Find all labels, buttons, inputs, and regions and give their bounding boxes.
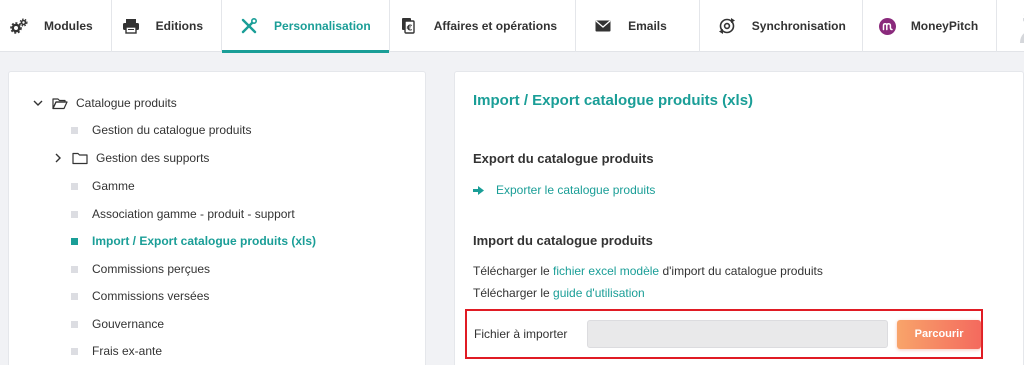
tree-item-commissions-percues[interactable]: Commissions perçues <box>71 262 210 276</box>
tree-item-label: Import / Export catalogue produits (xls) <box>92 234 317 248</box>
guide-prefix: Télécharger le <box>473 286 554 300</box>
tab-label: Personnalisation <box>274 19 371 33</box>
file-import-label: Fichier à importer <box>474 327 568 341</box>
user-menu[interactable] <box>997 0 1024 52</box>
tab-affaires-operations[interactable]: € Affaires et opérations <box>390 0 577 52</box>
top-navigation: Modules Editions Personnalisation € Affa… <box>0 0 1024 53</box>
export-heading: Export du catalogue produits <box>473 151 654 166</box>
export-link-label: Exporter le catalogue produits <box>496 183 656 197</box>
export-link[interactable]: Exporter le catalogue produits <box>473 183 655 197</box>
template-suffix: d'import du catalogue produits <box>659 264 823 278</box>
tree-item-label: Gamme <box>92 179 135 193</box>
excel-template-link[interactable]: fichier excel modèle <box>553 264 659 278</box>
tree-item-label: Catalogue produits <box>76 96 177 110</box>
tab-modules[interactable]: Modules <box>0 0 112 52</box>
tree-item-gouvernance[interactable]: Gouvernance <box>71 317 164 331</box>
tree-item-gestion-supports[interactable]: Gestion des supports <box>52 151 209 165</box>
content-panel: Import / Export catalogue produits (xls)… <box>454 71 1024 365</box>
tab-label: Affaires et opérations <box>433 19 558 33</box>
tree-item-label: Gestion du catalogue produits <box>92 123 252 137</box>
chevron-down-icon[interactable] <box>32 99 44 107</box>
bullet-icon <box>71 320 78 328</box>
user-guide-link[interactable]: guide d'utilisation <box>553 286 645 300</box>
printer-icon <box>122 17 140 35</box>
template-prefix: Télécharger le <box>473 264 554 278</box>
tree-item-gamme[interactable]: Gamme <box>71 179 135 193</box>
bullet-icon <box>71 210 78 218</box>
tools-icon <box>240 17 258 35</box>
page-title: Import / Export catalogue produits (xls) <box>473 92 754 109</box>
bullet-icon <box>71 292 78 300</box>
browse-button[interactable]: Parcourir <box>897 319 981 349</box>
tab-emails[interactable]: Emails <box>576 0 700 52</box>
tab-label: Modules <box>44 19 93 33</box>
tab-label: Synchronisation <box>751 19 846 33</box>
tree-item-label: Gouvernance <box>92 317 165 331</box>
tab-moneypitch[interactable]: MoneyPitch <box>863 0 998 52</box>
folder-icon <box>72 152 88 165</box>
arrow-right-icon <box>473 185 484 195</box>
documents-euro-icon: € <box>400 17 418 35</box>
tree-item-import-export[interactable]: Import / Export catalogue produits (xls) <box>71 234 316 248</box>
svg-text:€: € <box>405 24 412 33</box>
tab-personnalisation[interactable]: Personnalisation <box>222 0 390 53</box>
import-heading: Import du catalogue produits <box>473 233 653 248</box>
bullet-icon <box>71 126 78 134</box>
bullet-icon <box>71 347 78 355</box>
tab-synchronisation[interactable]: Synchronisation <box>700 0 863 52</box>
tree-item-label: Commissions perçues <box>92 262 211 276</box>
tree-item-label: Frais ex-ante <box>92 344 163 358</box>
tree-root-catalogue-produits[interactable]: Catalogue produits <box>32 96 177 110</box>
tree-item-label: Commissions versées <box>92 289 210 303</box>
tree-item-commissions-versees[interactable]: Commissions versées <box>71 289 209 303</box>
tree-item-association[interactable]: Association gamme - produit - support <box>71 207 295 221</box>
tab-label: Editions <box>155 19 204 33</box>
file-import-box: Fichier à importer Parcourir <box>465 309 983 359</box>
folder-open-icon <box>52 97 68 110</box>
tree-item-label: Gestion des supports <box>96 151 210 165</box>
envelope-icon <box>594 17 612 35</box>
sync-icon <box>718 17 736 35</box>
tab-label: MoneyPitch <box>910 19 979 33</box>
user-avatar-icon <box>1017 7 1024 46</box>
catalogue-tree-panel: Catalogue produits Gestion du catalogue … <box>8 71 426 365</box>
chevron-right-icon[interactable] <box>52 153 64 163</box>
tree-item-frais-ex-ante[interactable]: Frais ex-ante <box>71 344 162 358</box>
tab-editions[interactable]: Editions <box>112 0 223 52</box>
guide-download-line: Télécharger le guide d'utilisation <box>473 286 645 300</box>
tree-item-label: Association gamme - produit - support <box>92 207 295 221</box>
bullet-icon <box>71 237 78 245</box>
file-input-field[interactable] <box>586 320 889 348</box>
tree-item-gestion-catalogue[interactable]: Gestion du catalogue produits <box>71 123 251 137</box>
template-download-line: Télécharger le fichier excel modèle d'im… <box>473 264 823 278</box>
bullet-icon <box>71 182 78 190</box>
bullet-icon <box>71 265 78 273</box>
moneypitch-logo-icon <box>879 17 897 35</box>
tab-label: Emails <box>628 19 667 33</box>
gears-icon <box>10 17 28 35</box>
